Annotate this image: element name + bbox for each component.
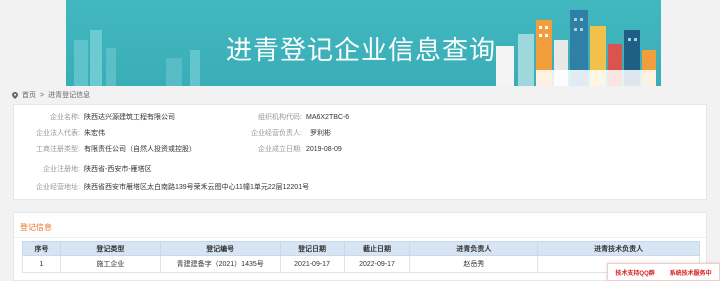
location-row: 企业注册地: 陕西省-西安市-雁塔区 — [14, 161, 152, 177]
column-header: 登记日期 — [279, 241, 345, 256]
reg-type-label: 工商注册类型: — [36, 146, 80, 153]
banner-title: 进青登记企业信息查询 — [226, 36, 497, 66]
manager-row: 企业经营负责人: 罗利彬 — [242, 125, 331, 141]
table-cell: 施工企业 — [59, 255, 161, 273]
table-cell: 2022-09-17 — [343, 255, 411, 273]
column-header: 进青负责人 — [409, 241, 539, 256]
table-cell: 1 — [22, 255, 61, 273]
location-pin-icon — [12, 91, 18, 99]
column-header: 截止日期 — [343, 241, 411, 256]
column-header: 序号 — [22, 241, 61, 256]
manager-value: 罗利彬 — [310, 130, 331, 137]
company-info-panel: 企业名称: 陕西达兴源建筑工程有限公司 组织机构代码: MA6X2TBC-6 企… — [13, 104, 707, 200]
manager-label: 企业经营负责人: — [251, 130, 302, 137]
reg-type-value: 有限责任公司（自然人投资或控股） — [84, 146, 196, 153]
column-header: 登记编号 — [159, 241, 281, 256]
company-name-value: 陕西达兴源建筑工程有限公司 — [84, 114, 175, 121]
org-code-row: 组织机构代码: MA6X2TBC-6 — [242, 109, 349, 125]
registration-panel: 登记信息 序号 登记类型 登记编号 登记日期 截止日期 进青负责人 进青技术负责… — [13, 212, 707, 281]
registration-table: 序号 登记类型 登记编号 登记日期 截止日期 进青负责人 进青技术负责人 1 施… — [22, 241, 700, 273]
company-name-label: 企业名称: — [50, 114, 80, 121]
header-banner: 进青登记企业信息查询 — [66, 0, 661, 86]
location-value: 陕西省-西安市-雁塔区 — [84, 166, 152, 173]
table-cell: 2021-09-17 — [279, 255, 345, 273]
breadcrumb: 首页 > 进青登记信息 — [12, 89, 90, 101]
address-label: 企业经营地址: — [36, 184, 80, 191]
breadcrumb-current: 进青登记信息 — [48, 92, 91, 99]
table-cell: 赵岳秀 — [409, 255, 539, 273]
legal-rep-value: 朱宏伟 — [84, 130, 105, 137]
org-code-value: MA6X2TBC-6 — [306, 113, 350, 121]
breadcrumb-home-link[interactable]: 首页 — [22, 90, 36, 100]
org-code-label: 组织机构代码: — [258, 114, 302, 121]
column-header: 登记类型 — [59, 241, 161, 256]
table-row[interactable]: 1 施工企业 青建建备字（2021）1435号 2021-09-17 2022-… — [22, 255, 700, 273]
location-label: 企业注册地: — [43, 166, 80, 173]
legal-rep-label: 企业法人代表: — [36, 130, 80, 137]
registration-section-title: 登记信息 — [20, 223, 52, 232]
section-divider — [14, 237, 706, 238]
column-header: 进青技术负责人 — [537, 241, 700, 256]
company-name-row: 企业名称: 陕西达兴源建筑工程有限公司 — [14, 109, 175, 125]
founded-value: 2019-08-09 — [306, 145, 342, 153]
reg-type-row: 工商注册类型: 有限责任公司（自然人投资或控股） — [14, 141, 196, 157]
tech-service-link[interactable]: 系统技术服务中 — [670, 268, 712, 277]
floating-support-bar: 技术支持QQ群 系统技术服务中 — [607, 263, 720, 281]
table-cell: 青建建备字（2021）1435号 — [159, 255, 281, 273]
legal-rep-row: 企业法人代表: 朱宏伟 — [14, 125, 105, 141]
founded-label: 企业成立日期: — [258, 146, 302, 153]
address-row: 企业经营地址: 陕西省西安市雁塔区太白南路139号荣禾云图中心11幢1单元22层… — [14, 179, 309, 195]
founded-row: 企业成立日期: 2019-08-09 — [242, 141, 342, 157]
breadcrumb-separator: > — [40, 91, 45, 99]
table-header-row: 序号 登记类型 登记编号 登记日期 截止日期 进青负责人 进青技术负责人 — [22, 241, 700, 256]
qq-support-link[interactable]: 技术支持QQ群 — [615, 268, 654, 277]
address-value: 陕西省西安市雁塔区太白南路139号荣禾云图中心11幢1单元22层12201号 — [84, 184, 310, 191]
